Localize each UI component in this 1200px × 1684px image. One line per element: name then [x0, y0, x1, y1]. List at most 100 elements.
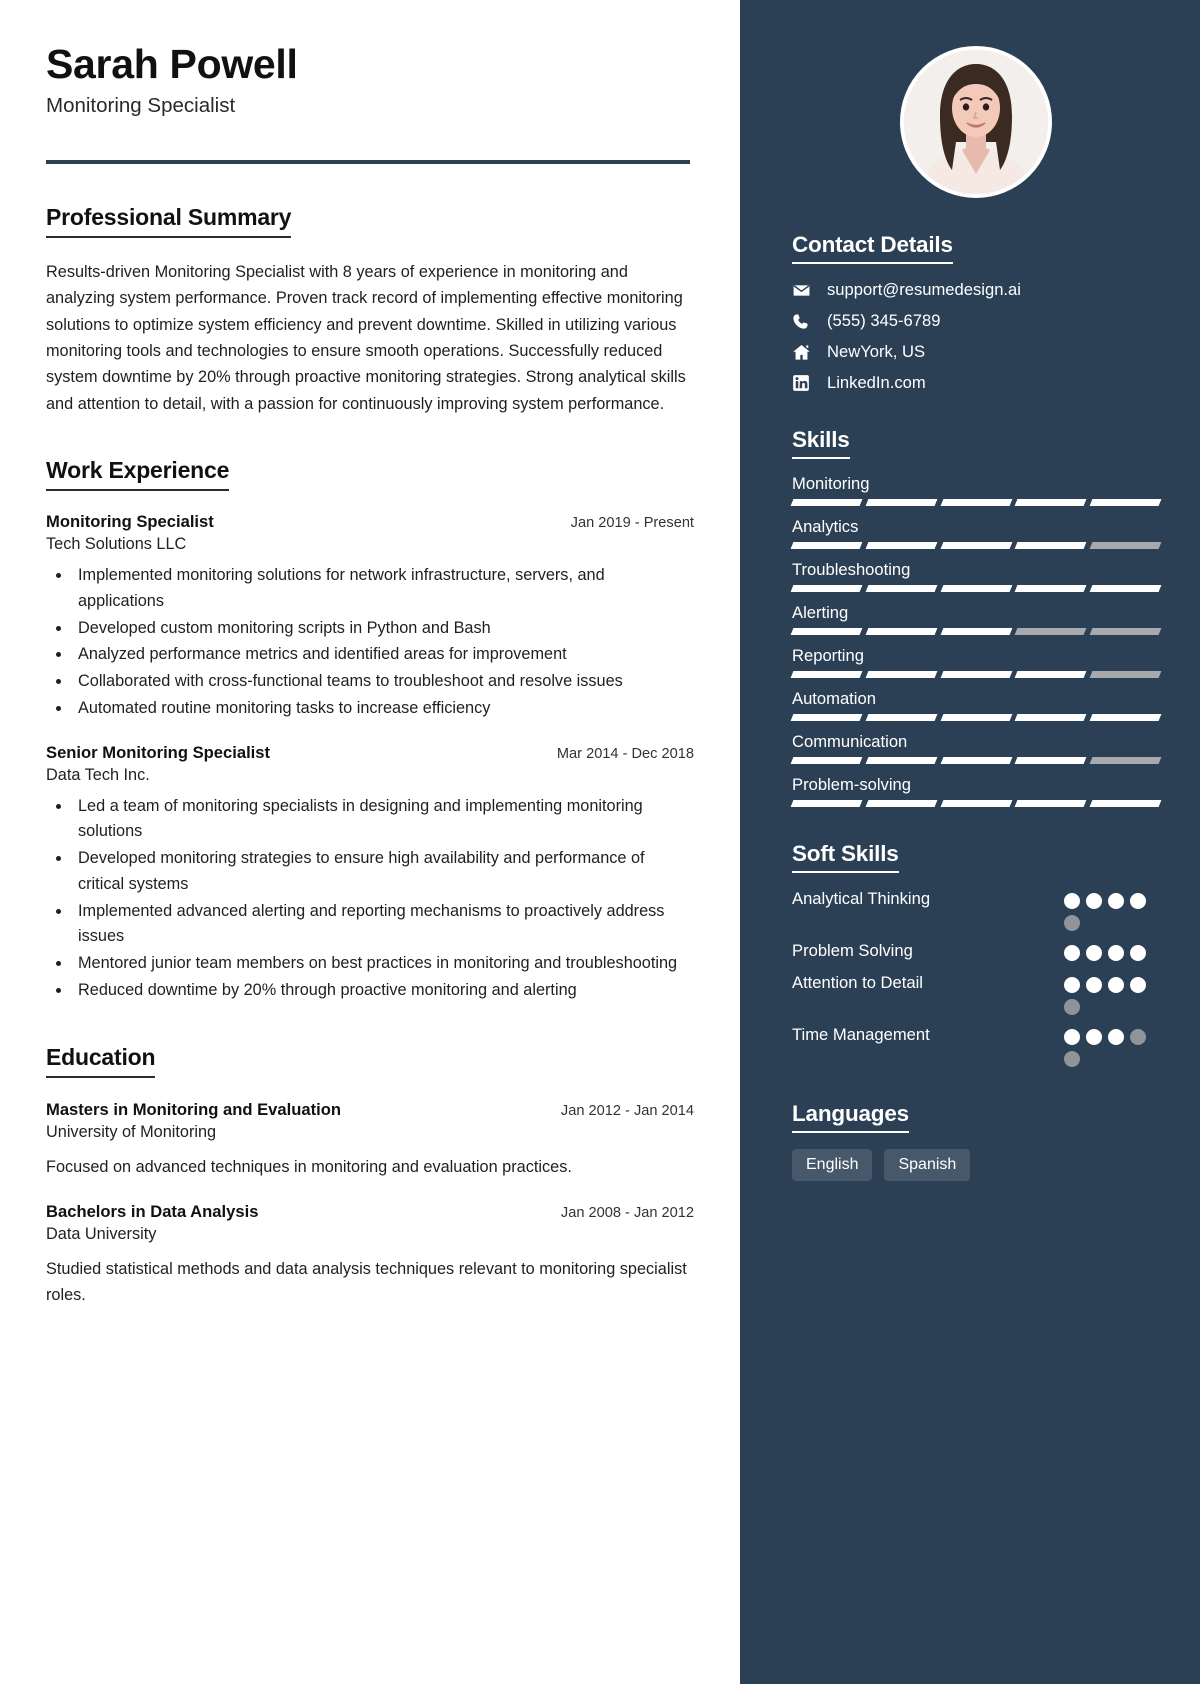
contact-row[interactable]: LinkedIn.com — [792, 373, 1160, 393]
skill-level-bar — [790, 628, 1162, 635]
skill-label: Problem-solving — [792, 775, 911, 794]
skill-level-bar — [790, 542, 1162, 549]
contact-value: support@resumedesign.ai — [827, 280, 1021, 299]
experience-company: Tech Solutions LLC — [46, 535, 187, 554]
rating-dot — [1064, 1051, 1080, 1068]
education-list: Masters in Monitoring and Evaluation Jan … — [46, 1100, 694, 1309]
skill-bar-segment — [790, 628, 863, 635]
skill-bar-segment — [1014, 800, 1087, 807]
skill-label: Alerting — [792, 603, 849, 622]
main-column: Sarah Powell Monitoring Specialist Profe… — [0, 0, 740, 1684]
skill-bar-segment — [1089, 757, 1162, 764]
skill-level-bar — [790, 585, 1162, 592]
sidebar: Contact Details support@resumedesign.ai (… — [740, 0, 1200, 1684]
contact-value: (555) 345-6789 — [827, 311, 941, 330]
avatar-photo — [904, 50, 1048, 194]
skill-label: Monitoring — [792, 474, 870, 493]
skill-bar-segment — [940, 671, 1012, 678]
section-languages: Languages English Spanish — [792, 1101, 1160, 1182]
skill-bar-segment — [1014, 671, 1087, 678]
experience-bullet-list: Implemented monitoring solutions for net… — [72, 563, 694, 721]
contact-value: NewYork, US — [827, 342, 926, 361]
avatar-container — [792, 0, 1160, 198]
section-contact-details: Contact Details support@resumedesign.ai (… — [792, 232, 1160, 393]
skill-level-bar — [790, 800, 1162, 807]
skill-item: Monitoring — [790, 474, 1162, 506]
rating-dot — [1064, 915, 1080, 931]
education-entry-header: Bachelors in Data Analysis Jan 2008 - Jan… — [46, 1202, 694, 1222]
skill-bar-segment — [940, 714, 1012, 721]
education-entry-header: Masters in Monitoring and Evaluation Jan … — [46, 1100, 694, 1120]
soft-skill-item: Attention to Detail — [792, 971, 1160, 1016]
rating-dot — [1064, 945, 1080, 961]
soft-skill-rating — [1064, 1023, 1160, 1068]
experience-entry: Senior Monitoring Specialist Mar 2014 - D… — [46, 743, 694, 1004]
skill-label: Analytics — [792, 517, 859, 536]
skill-bar-segment — [1014, 585, 1087, 592]
experience-bullet: Developed custom monitoring scripts in P… — [72, 616, 694, 642]
skill-bar-segment — [790, 671, 863, 678]
section-professional-summary: Professional Summary Results-driven Moni… — [46, 204, 694, 417]
section-skills: Skills Monitoring Analytics Troubleshootin… — [790, 427, 1162, 807]
soft-skill-rating — [1064, 887, 1160, 931]
resume-page: Sarah Powell Monitoring Specialist Profe… — [0, 0, 1200, 1684]
sidebar-title-languages: Languages — [792, 1101, 909, 1134]
skill-label: Troubleshooting — [792, 560, 911, 579]
skill-bar-segment — [1089, 800, 1162, 807]
envelope-icon — [792, 281, 818, 300]
rating-dot — [1086, 977, 1102, 994]
skill-bar-segment — [1089, 585, 1162, 592]
soft-skill-rating — [1064, 939, 1160, 961]
skill-bar-segment — [1014, 499, 1087, 506]
experience-job-title: Senior Monitoring Specialist — [46, 742, 271, 762]
section-title-experience: Work Experience — [46, 457, 229, 492]
skill-bar-segment — [1089, 671, 1162, 678]
experience-job-title: Monitoring Specialist — [46, 512, 214, 532]
contact-list: support@resumedesign.ai (555) 345-6789 New… — [792, 280, 1160, 393]
rating-dot — [1130, 1029, 1146, 1046]
skill-item: Alerting — [790, 603, 1162, 635]
skill-bar-segment — [940, 800, 1012, 807]
rating-dot — [1086, 945, 1102, 961]
rating-dot — [1064, 893, 1080, 909]
education-entry: Masters in Monitoring and Evaluation Jan … — [46, 1100, 694, 1181]
skill-bar-segment — [790, 800, 863, 807]
experience-bullet: Implemented monitoring solutions for net… — [72, 563, 694, 614]
experience-entry-header: Senior Monitoring Specialist Mar 2014 - D… — [46, 743, 694, 763]
skill-bar-segment — [1089, 542, 1162, 549]
candidate-role: Monitoring Specialist — [46, 93, 236, 117]
skill-bar-segment — [940, 628, 1012, 635]
rating-dot — [1108, 1029, 1124, 1046]
education-school: Data University — [46, 1225, 157, 1244]
contact-row[interactable]: (555) 345-6789 — [792, 311, 1160, 331]
section-title-education: Education — [46, 1044, 156, 1078]
language-chip: Spanish — [884, 1149, 971, 1182]
experience-date-range: Mar 2014 - Dec 2018 — [556, 745, 694, 762]
skill-bar-segment — [1089, 499, 1162, 506]
avatar — [900, 46, 1052, 198]
linkedin-icon — [792, 374, 818, 392]
skill-bar-segment — [1014, 714, 1087, 721]
experience-bullet: Analyzed performance metrics and identif… — [72, 642, 694, 668]
skill-item: Reporting — [790, 646, 1162, 678]
skill-bar-segment — [865, 585, 938, 592]
rating-dot — [1130, 945, 1146, 961]
sidebar-title-contact: Contact Details — [792, 232, 953, 264]
experience-date-range: Jan 2019 - Present — [570, 515, 694, 532]
contact-row[interactable]: support@resumedesign.ai — [792, 280, 1160, 300]
experience-bullet: Automated routine monitoring tasks to in… — [72, 696, 694, 722]
soft-skill-item: Time Management — [792, 1023, 1160, 1068]
skill-level-bar — [790, 757, 1162, 764]
experience-bullet: Mentored junior team members on best pra… — [72, 951, 694, 977]
experience-bullet: Collaborated with cross-functional teams… — [72, 669, 694, 695]
education-degree: Bachelors in Data Analysis — [46, 1202, 259, 1222]
skill-label: Automation — [792, 689, 876, 708]
skill-bar-segment — [940, 585, 1012, 592]
contact-row[interactable]: NewYork, US — [792, 342, 1160, 362]
skill-item: Communication — [790, 732, 1162, 764]
experience-bullet-list: Led a team of monitoring specialists in … — [72, 794, 694, 1004]
experience-bullet: Implemented advanced alerting and report… — [72, 899, 694, 950]
rating-dot — [1108, 893, 1124, 909]
section-work-experience: Work Experience Monitoring Specialist Jan… — [46, 457, 694, 1003]
skill-level-bar — [790, 499, 1162, 506]
